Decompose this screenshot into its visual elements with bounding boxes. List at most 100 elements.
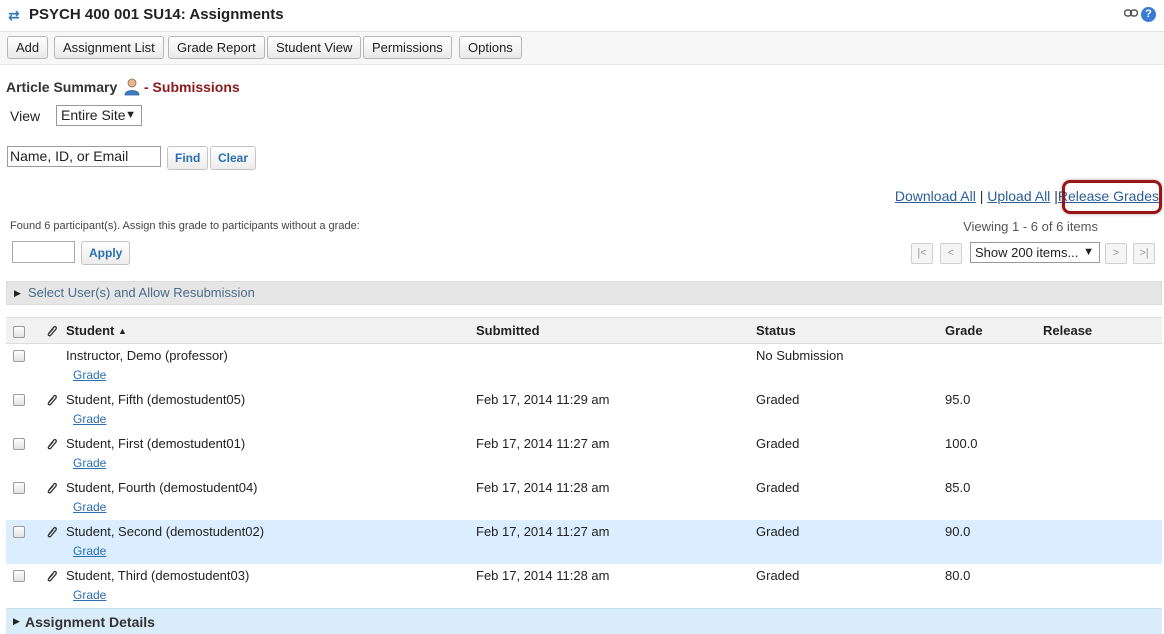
attachment-icon[interactable] xyxy=(46,525,58,539)
grade-value: 100.0 xyxy=(945,435,978,451)
participants-found-text: Found 6 participant(s). Assign this grad… xyxy=(10,220,360,232)
view-label: View xyxy=(10,108,41,124)
column-student[interactable]: Student ▲ xyxy=(66,317,476,344)
search-input[interactable]: Name, ID, or Email xyxy=(7,146,161,167)
row-checkbox[interactable] xyxy=(13,525,25,538)
permissions-button[interactable]: Permissions xyxy=(363,36,452,59)
find-button[interactable]: Find xyxy=(167,146,209,170)
assignment-details-toggle[interactable]: ▶ Assignment Details xyxy=(6,608,1162,634)
submitted-date: Feb 17, 2014 11:27 am xyxy=(476,523,610,539)
grade-report-button[interactable]: Grade Report xyxy=(168,36,265,59)
row-checkbox[interactable] xyxy=(13,481,25,494)
last-page-button[interactable]: >| xyxy=(1133,243,1155,264)
submitted-date: Feb 17, 2014 11:27 am xyxy=(476,435,610,451)
attachment-icon xyxy=(47,326,57,337)
submission-status: No Submission xyxy=(756,348,844,363)
student-name: Student, Fifth (demostudent05) xyxy=(66,391,246,407)
column-submitted-label: Submitted xyxy=(476,323,540,338)
row-checkbox[interactable] xyxy=(13,569,25,582)
view-select[interactable]: Entire Site ▼ xyxy=(56,105,142,126)
download-all-link[interactable]: Download All xyxy=(895,188,976,204)
add-button[interactable]: Add xyxy=(7,36,49,59)
resubmission-toggle-label: Select User(s) and Allow Resubmission xyxy=(28,285,255,300)
submission-status: Graded xyxy=(756,523,800,539)
link-icon[interactable] xyxy=(1124,8,1138,18)
student-name: Student, Second (demostudent02) xyxy=(66,523,265,539)
column-submitted[interactable]: Submitted xyxy=(476,317,756,344)
release-grades-callout xyxy=(1062,180,1162,214)
apply-button[interactable]: Apply xyxy=(81,241,131,265)
row-checkbox[interactable] xyxy=(13,393,25,406)
attachment-icon[interactable] xyxy=(46,393,58,407)
student-name: Student, Fourth (demostudent04) xyxy=(66,479,258,495)
next-page-button[interactable]: > xyxy=(1105,243,1127,264)
table-row: Student, Fifth (demostudent05) Grade Feb 1… xyxy=(6,388,1162,432)
prev-page-button[interactable]: < xyxy=(940,243,962,264)
submitted-date: Feb 17, 2014 11:28 am xyxy=(476,479,610,495)
grade-link[interactable]: Grade xyxy=(73,368,106,382)
sort-ascending-icon: ▲ xyxy=(118,326,127,336)
student-name: Instructor, Demo (professor) xyxy=(66,348,228,363)
assignment-list-button[interactable]: Assignment List xyxy=(54,36,164,59)
table-row: Student, Fourth (demostudent04) Grade Feb … xyxy=(6,476,1162,520)
student-name: Student, First (demostudent01) xyxy=(66,435,246,451)
grade-link[interactable]: Grade xyxy=(73,500,106,514)
page-title: PSYCH 400 001 SU14: Assignments xyxy=(29,6,284,23)
student-name: Student, Third (demostudent03) xyxy=(66,567,250,583)
attachment-icon[interactable] xyxy=(46,569,58,583)
clear-button[interactable]: Clear xyxy=(210,146,257,170)
column-release[interactable]: Release xyxy=(1043,317,1162,344)
table-row: Student, Third (demostudent03) Grade Feb 1… xyxy=(6,564,1162,608)
attachment-icon[interactable] xyxy=(46,481,58,495)
student-view-button[interactable]: Student View xyxy=(267,36,362,59)
submissions-subtitle: - Submissions xyxy=(144,79,240,95)
viewing-count: Viewing 1 - 6 of 6 items xyxy=(963,219,1098,234)
table-row: Student, First (demostudent01) Grade Feb 1… xyxy=(6,432,1162,476)
row-checkbox[interactable] xyxy=(13,350,25,362)
submitted-date: Feb 17, 2014 11:29 am xyxy=(476,391,610,407)
column-status[interactable]: Status xyxy=(756,317,945,344)
person-icon xyxy=(124,78,140,96)
page-size-select[interactable]: Show 200 items... ▼ xyxy=(970,242,1100,263)
section-title: Article Summary xyxy=(6,79,118,95)
submitted-date: Feb 17, 2014 11:28 am xyxy=(476,567,610,583)
submission-status: Graded xyxy=(756,567,800,583)
refresh-icon[interactable]: ⇄ xyxy=(8,7,20,24)
separator: | xyxy=(979,188,984,204)
view-select-value: Entire Site xyxy=(61,107,126,123)
submission-status: Graded xyxy=(756,435,800,451)
submission-status: Graded xyxy=(756,391,800,407)
page-size-value: Show 200 items... xyxy=(975,245,1079,260)
resubmission-toggle[interactable]: ▶ Select User(s) and Allow Resubmission xyxy=(6,281,1162,305)
dropdown-caret-icon: ▼ xyxy=(1083,246,1094,258)
default-grade-input[interactable] xyxy=(12,241,75,263)
column-student-label: Student xyxy=(66,323,115,338)
grade-value: 95.0 xyxy=(945,391,971,407)
grade-value: 90.0 xyxy=(945,523,971,539)
column-grade[interactable]: Grade xyxy=(945,317,1043,344)
help-icon[interactable]: ? xyxy=(1141,7,1156,22)
options-button[interactable]: Options xyxy=(459,36,522,59)
first-page-button[interactable]: |< xyxy=(911,243,933,264)
expand-triangle-icon: ▶ xyxy=(13,616,20,626)
select-all-checkbox[interactable] xyxy=(13,325,25,338)
submission-status: Graded xyxy=(756,479,800,495)
grade-value: 80.0 xyxy=(945,567,971,583)
table-header: Student ▲ Submitted Status Grade Release xyxy=(6,317,1162,344)
dropdown-caret-icon: ▼ xyxy=(125,109,136,121)
upload-all-link[interactable]: Upload All xyxy=(987,188,1050,204)
expand-triangle-icon: ▶ xyxy=(14,288,21,298)
title-bar: ⇄ PSYCH 400 001 SU14: Assignments ? xyxy=(0,0,1164,32)
toolbar: Add Assignment List Grade Report Student… xyxy=(0,32,1164,65)
table-row: Instructor, Demo (professor) Grade No Subm… xyxy=(6,344,1162,388)
grade-value: 85.0 xyxy=(945,479,971,495)
assignment-details-label: Assignment Details xyxy=(25,614,155,630)
row-checkbox[interactable] xyxy=(13,437,25,450)
column-status-label: Status xyxy=(756,323,796,338)
attachment-icon[interactable] xyxy=(46,437,58,451)
grade-link[interactable]: Grade xyxy=(73,412,106,426)
grade-link[interactable]: Grade xyxy=(73,456,106,470)
grade-link[interactable]: Grade xyxy=(73,544,106,558)
grade-link[interactable]: Grade xyxy=(73,588,106,602)
table-row: Student, Second (demostudent02) Grade Feb … xyxy=(6,519,1162,564)
